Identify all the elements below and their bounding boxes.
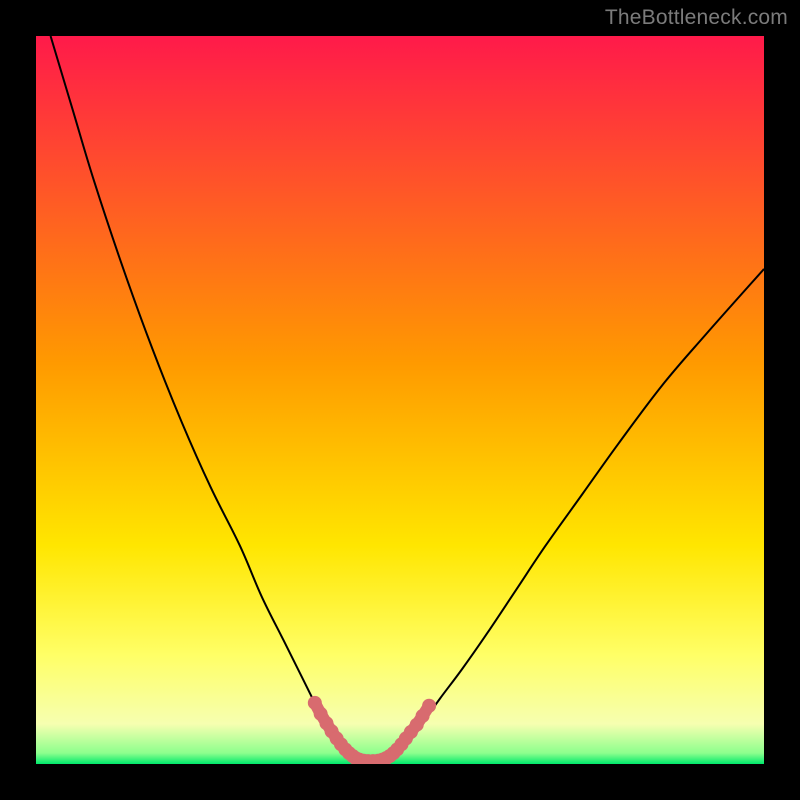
watermark-text: TheBottleneck.com: [605, 6, 788, 30]
chart: [36, 36, 764, 764]
optimal-range-dot: [422, 699, 436, 713]
chart-background: [36, 36, 764, 764]
page-frame: TheBottleneck.com: [0, 0, 800, 800]
